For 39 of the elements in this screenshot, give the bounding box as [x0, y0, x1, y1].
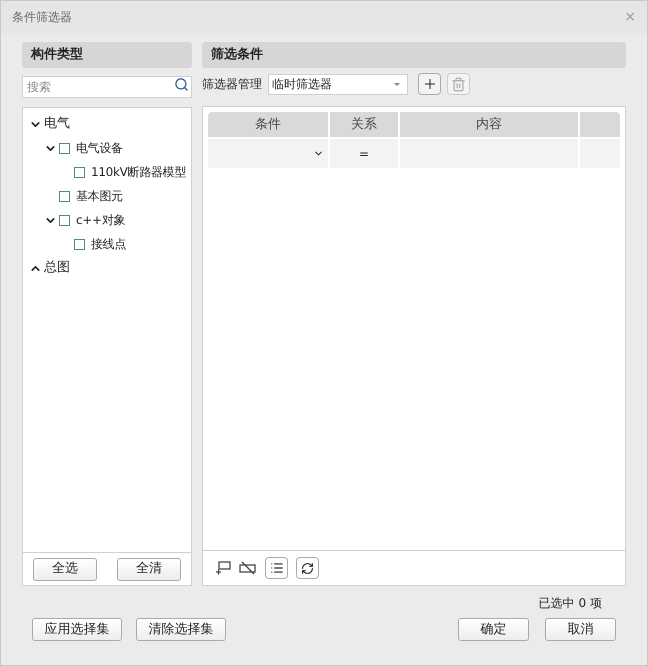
search-field[interactable]: 搜索: [22, 76, 192, 98]
checkbox[interactable]: [74, 238, 85, 250]
tree-item-label[interactable]: 基本图元: [76, 187, 123, 205]
add-row-icon[interactable]: [215, 561, 231, 575]
column-header: 关系: [330, 112, 400, 137]
dialog-button[interactable]: 全清: [117, 558, 181, 580]
tree-item-label[interactable]: 电气设备: [76, 139, 123, 157]
checkbox[interactable]: [74, 166, 85, 178]
trash-icon: [451, 76, 466, 92]
dialog-button[interactable]: 应用选择集: [32, 618, 122, 641]
search-icon[interactable]: [174, 77, 189, 92]
panel-header: 构件类型: [22, 42, 192, 68]
dialog-button[interactable]: 全选: [33, 558, 97, 580]
remove-row-icon[interactable]: [239, 561, 257, 575]
tree-item-label[interactable]: 110kV断路器模型: [91, 163, 186, 181]
dialog-button[interactable]: 确定: [458, 618, 529, 641]
table-cell: =: [330, 139, 400, 168]
filter-dropdown[interactable]: 临时筛选器: [268, 74, 408, 94]
dialog-button[interactable]: 取消: [545, 618, 616, 641]
column-header: 内容: [400, 112, 580, 137]
refresh-button[interactable]: [296, 557, 319, 579]
dialog-button[interactable]: 清除选择集: [136, 618, 226, 641]
add-button[interactable]: [418, 73, 441, 95]
checkbox[interactable]: [59, 214, 70, 226]
selected-count: 已选中 0 项: [538, 595, 602, 612]
list-button[interactable]: [265, 557, 288, 579]
checkbox[interactable]: [59, 142, 70, 154]
dropdown-arrow-icon: [394, 82, 400, 86]
tree-item-label[interactable]: 电气: [44, 114, 70, 134]
manager-label: 筛选器管理: [202, 76, 262, 93]
checkbox[interactable]: [59, 190, 70, 202]
list-icon: [270, 561, 284, 575]
panel-header: 筛选条件: [202, 42, 626, 68]
refresh-icon: [301, 562, 314, 574]
column-header: 条件: [208, 112, 330, 137]
tree-item-label[interactable]: c++对象: [76, 211, 126, 229]
tree-item-label[interactable]: 总图: [44, 258, 70, 278]
window-title: 条件筛选器: [12, 9, 72, 26]
tree-item-label[interactable]: 接线点: [91, 235, 126, 253]
